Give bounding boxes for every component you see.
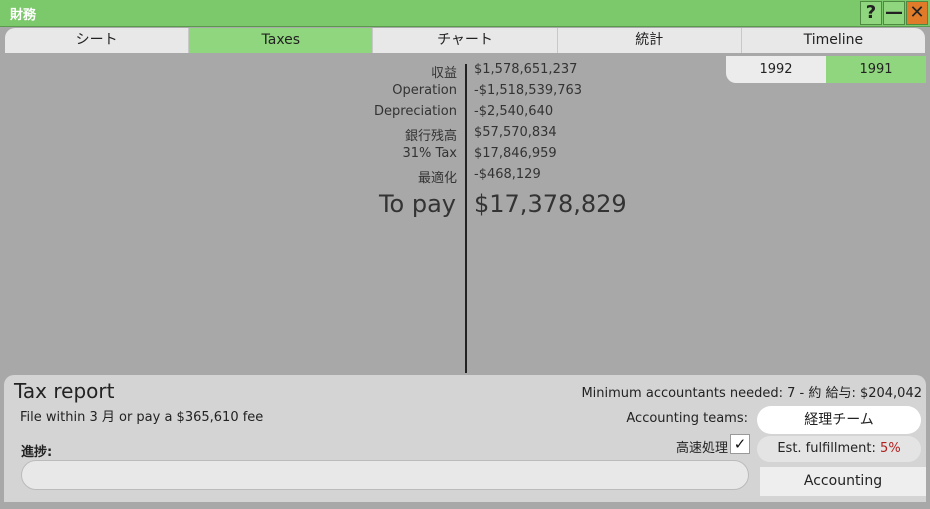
report-deadline: File within 3 月 or pay a $365,610 fee bbox=[20, 410, 264, 425]
tab-chart[interactable]: チャート bbox=[373, 28, 558, 53]
tax-row-value: $17,846,959 bbox=[474, 146, 557, 161]
minimize-button[interactable]: — bbox=[883, 1, 905, 25]
close-button[interactable]: ✕ bbox=[906, 1, 928, 25]
tax-row-value: -$468,129 bbox=[474, 167, 541, 182]
tax-row-label: Depreciation bbox=[374, 104, 457, 119]
help-button[interactable]: ? bbox=[860, 1, 882, 25]
tax-row-value: $57,570,834 bbox=[474, 125, 557, 140]
tax-report-panel: Tax report File within 3 月 or pay a $365… bbox=[4, 375, 926, 502]
finance-window: 財務 ? — ✕ シート Taxes チャート 統計 Timeline 1992… bbox=[0, 0, 930, 509]
year-button-1992[interactable]: 1992 bbox=[726, 56, 826, 83]
accounting-team-button[interactable]: 経理チーム bbox=[757, 406, 921, 434]
fast-processing-checkbox[interactable]: ✓ bbox=[730, 434, 750, 454]
accounting-teams-label: Accounting teams: bbox=[626, 411, 748, 426]
tab-timeline[interactable]: Timeline bbox=[742, 28, 925, 53]
tax-row-value: -$1,518,539,763 bbox=[474, 83, 583, 98]
tax-row-label: Operation bbox=[392, 83, 457, 98]
min-accountants-text: Minimum accountants needed: 7 - 約 給与: $2… bbox=[581, 386, 922, 401]
tab-statistics[interactable]: 統計 bbox=[558, 28, 742, 53]
year-button-1991[interactable]: 1991 bbox=[826, 56, 926, 83]
accounting-button[interactable]: Accounting bbox=[760, 467, 926, 496]
report-title: Tax report bbox=[14, 379, 115, 403]
est-fulfillment-value: 5% bbox=[880, 441, 901, 456]
progress-label: 進捗: bbox=[21, 445, 53, 460]
tax-row-label: 31% Tax bbox=[402, 146, 457, 161]
window-title: 財務 bbox=[10, 8, 37, 23]
year-selector: 1992 1991 bbox=[726, 56, 926, 83]
to-pay-label: To pay bbox=[378, 190, 456, 218]
tax-row-label: 銀行残高 bbox=[404, 129, 457, 144]
fast-processing-label: 高速処理 bbox=[675, 441, 728, 456]
tab-sheet[interactable]: シート bbox=[5, 28, 190, 53]
title-bar[interactable]: 財務 ? — ✕ bbox=[0, 0, 930, 27]
tax-row-value: -$2,540,640 bbox=[474, 104, 554, 119]
tax-row-label: 最適化 bbox=[417, 171, 457, 186]
tax-row-value: $1,578,651,237 bbox=[474, 62, 578, 77]
est-fulfillment-label: Est. fulfillment: bbox=[777, 441, 876, 456]
tab-bar: シート Taxes チャート 統計 Timeline bbox=[5, 28, 925, 53]
column-divider bbox=[465, 64, 467, 373]
tab-taxes[interactable]: Taxes bbox=[189, 28, 374, 53]
progress-bar bbox=[21, 460, 749, 490]
to-pay-value: $17,378,829 bbox=[474, 190, 627, 218]
est-fulfillment: Est. fulfillment: 5% bbox=[757, 436, 921, 462]
tax-row-label: 収益 bbox=[430, 66, 457, 81]
